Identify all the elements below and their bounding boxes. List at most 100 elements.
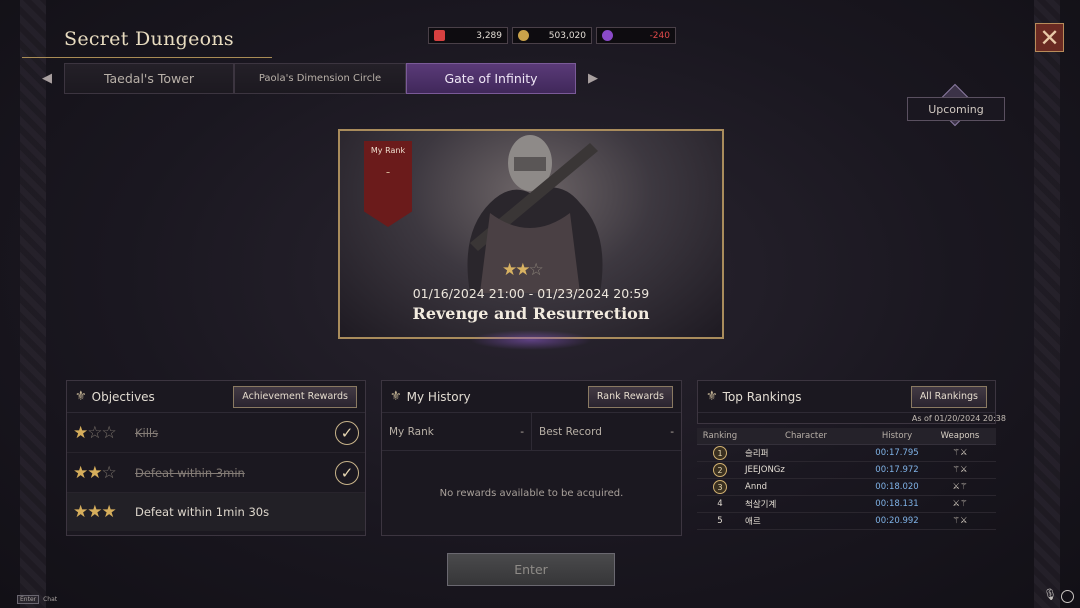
character-name: 척살기계 bbox=[745, 500, 777, 510]
tab-paolas-dimension-circle[interactable]: Paola's Dimension Circle bbox=[234, 63, 406, 94]
gold-coin-icon bbox=[518, 30, 529, 41]
table-row[interactable]: 3 Annd 00:18.020 ⚔⚚ bbox=[697, 479, 996, 496]
fleur-icon: ⚜ bbox=[706, 389, 718, 404]
dungeon-tabs: ◀ Taedal's Tower Paola's Dimension Circl… bbox=[30, 62, 616, 95]
best-record-label: Best Record bbox=[539, 425, 602, 438]
my-rank-value: - bbox=[385, 165, 391, 179]
history-title: My History bbox=[406, 389, 471, 404]
upcoming-button[interactable]: Upcoming bbox=[907, 97, 1005, 121]
date-range: 01/16/2024 21:00 - 01/23/2024 20:59 bbox=[412, 286, 650, 301]
microphone-icon[interactable]: 🎙 bbox=[1043, 588, 1057, 604]
star-icon: ★ bbox=[515, 260, 530, 280]
objectives-header: ⚜ Objectives Achievement Rewards bbox=[67, 381, 365, 413]
table-row[interactable]: 1 슬리퍼 00:17.795 ⚚⚔ bbox=[697, 445, 996, 462]
clear-time: 00:18.131 bbox=[875, 499, 919, 509]
rank-medal-icon: 1 bbox=[713, 446, 727, 460]
history-panel: ⚜ My History Rank Rewards My Rank - Best R… bbox=[381, 380, 682, 536]
objectives-panel: ⚜ Objectives Achievement Rewards ★☆☆ Kill… bbox=[66, 380, 366, 536]
character-name: 슬리퍼 bbox=[745, 449, 769, 459]
tab-prev-arrow-icon[interactable]: ◀ bbox=[30, 62, 64, 95]
clear-time: 00:17.795 bbox=[875, 448, 919, 458]
objective-row: ★★★ Defeat within 1min 30s bbox=[67, 493, 365, 531]
history-header: ⚜ My History Rank Rewards bbox=[382, 381, 681, 413]
my-rank-label: My Rank bbox=[370, 146, 406, 155]
best-record-value: - bbox=[670, 425, 674, 438]
star-empty-icon: ☆ bbox=[528, 260, 544, 280]
weapons-icon: ⚚⚔ bbox=[952, 516, 968, 526]
my-rank-cell: My Rank - bbox=[382, 413, 531, 450]
best-record-cell: Best Record - bbox=[531, 413, 681, 450]
upcoming-label: Upcoming bbox=[928, 102, 984, 116]
checkmark-icon: ✓ bbox=[335, 460, 359, 485]
ticket-icon bbox=[434, 30, 445, 41]
history-summary: My Rank - Best Record - bbox=[382, 413, 681, 451]
close-button[interactable]: ✕ bbox=[1035, 23, 1064, 52]
currency-bar: 3,289 503,020 -240 bbox=[428, 27, 676, 44]
objectives-title: Objectives bbox=[91, 389, 155, 404]
difficulty-stars: ★★☆ bbox=[502, 260, 544, 280]
achievement-rewards-button[interactable]: Achievement Rewards bbox=[233, 385, 357, 408]
weapons-icon: ⚚⚔ bbox=[952, 465, 968, 475]
objective-text: Defeat within 1min 30s bbox=[135, 505, 270, 519]
rankings-table: Ranking Character History Weapons 1 슬리퍼 … bbox=[697, 428, 996, 530]
enter-button[interactable]: Enter bbox=[447, 553, 615, 586]
objective-stars: ★★☆ bbox=[73, 462, 117, 483]
tab-taedals-tower[interactable]: Taedal's Tower bbox=[64, 63, 234, 94]
my-rank-flag: My Rank - bbox=[364, 141, 412, 227]
clear-time: 00:18.020 bbox=[875, 482, 919, 492]
objective-stars: ★☆☆ bbox=[73, 422, 117, 443]
table-row[interactable]: 4 척살기계 00:18.131 ⚔⚚ bbox=[697, 496, 996, 513]
my-rank-label: My Rank bbox=[389, 425, 434, 438]
empty-rewards-message: No rewards available to be acquired. bbox=[439, 487, 624, 499]
currency-value: -240 bbox=[649, 30, 670, 41]
character-name: Annd bbox=[745, 482, 767, 492]
table-row[interactable]: 2 JEEJONGz 00:17.972 ⚚⚔ bbox=[697, 462, 996, 479]
fleur-icon: ⚜ bbox=[75, 389, 87, 404]
clear-time: 00:17.972 bbox=[875, 465, 919, 475]
column-history: History bbox=[881, 431, 913, 441]
character-name: 애르 bbox=[745, 517, 761, 527]
rank-number: 4 bbox=[717, 499, 723, 509]
rankings-header: ⚜ Top Rankings All Rankings bbox=[698, 381, 995, 413]
objective-text: Kills bbox=[135, 425, 159, 440]
character-name: JEEJONGz bbox=[745, 465, 785, 475]
table-header: Ranking Character History Weapons bbox=[697, 428, 996, 445]
table-row[interactable]: 5 애르 00:20.992 ⚚⚔ bbox=[697, 513, 996, 530]
currency-ticket: 3,289 bbox=[428, 27, 508, 44]
rankings-title: Top Rankings bbox=[722, 389, 802, 404]
rank-number: 5 bbox=[717, 516, 723, 526]
rank-medal-icon: 2 bbox=[713, 463, 727, 477]
checkmark-icon: ✓ bbox=[335, 420, 359, 445]
right-border-ornament bbox=[1034, 0, 1060, 608]
chat-hint: Enter Chat bbox=[17, 595, 57, 604]
all-rankings-button[interactable]: All Rankings bbox=[910, 385, 987, 408]
column-weapons: Weapons bbox=[940, 431, 980, 441]
weapons-icon: ⚔⚚ bbox=[952, 499, 968, 509]
rank-rewards-button[interactable]: Rank Rewards bbox=[587, 385, 673, 408]
currency-value: 503,020 bbox=[548, 30, 586, 41]
objective-row: ★★☆ Defeat within 3min ✓ bbox=[67, 453, 365, 493]
currency-corruption: -240 bbox=[596, 27, 676, 44]
my-rank-value: - bbox=[520, 425, 524, 438]
objective-stars: ★★★ bbox=[73, 502, 117, 522]
close-icon: ✕ bbox=[1039, 23, 1060, 52]
rank-medal-icon: 3 bbox=[713, 480, 727, 494]
corruption-icon bbox=[602, 30, 613, 41]
sync-icon[interactable] bbox=[1061, 590, 1074, 603]
rankings-as-of: As of 01/20/2024 20:38 bbox=[911, 414, 1006, 423]
weapons-icon: ⚚⚔ bbox=[952, 448, 968, 458]
currency-value: 3,289 bbox=[476, 30, 502, 41]
column-character: Character bbox=[785, 431, 827, 441]
clear-time: 00:20.992 bbox=[875, 516, 919, 526]
title-underline bbox=[22, 46, 272, 58]
tab-gate-of-infinity[interactable]: Gate of Infinity bbox=[406, 63, 576, 94]
banner-glow bbox=[470, 330, 592, 350]
dungeon-name: Revenge and Resurrection bbox=[412, 304, 650, 323]
dungeon-banner: My Rank - ★★☆ 01/16/2024 21:00 - 01/23/2… bbox=[338, 129, 724, 339]
column-ranking: Ranking bbox=[702, 431, 738, 441]
chat-label[interactable]: Chat bbox=[43, 596, 57, 603]
objective-text: Defeat within 3min bbox=[135, 465, 245, 480]
tab-next-arrow-icon[interactable]: ▶ bbox=[576, 62, 610, 95]
fleur-icon: ⚜ bbox=[390, 389, 402, 404]
star-icon: ★ bbox=[502, 260, 517, 280]
